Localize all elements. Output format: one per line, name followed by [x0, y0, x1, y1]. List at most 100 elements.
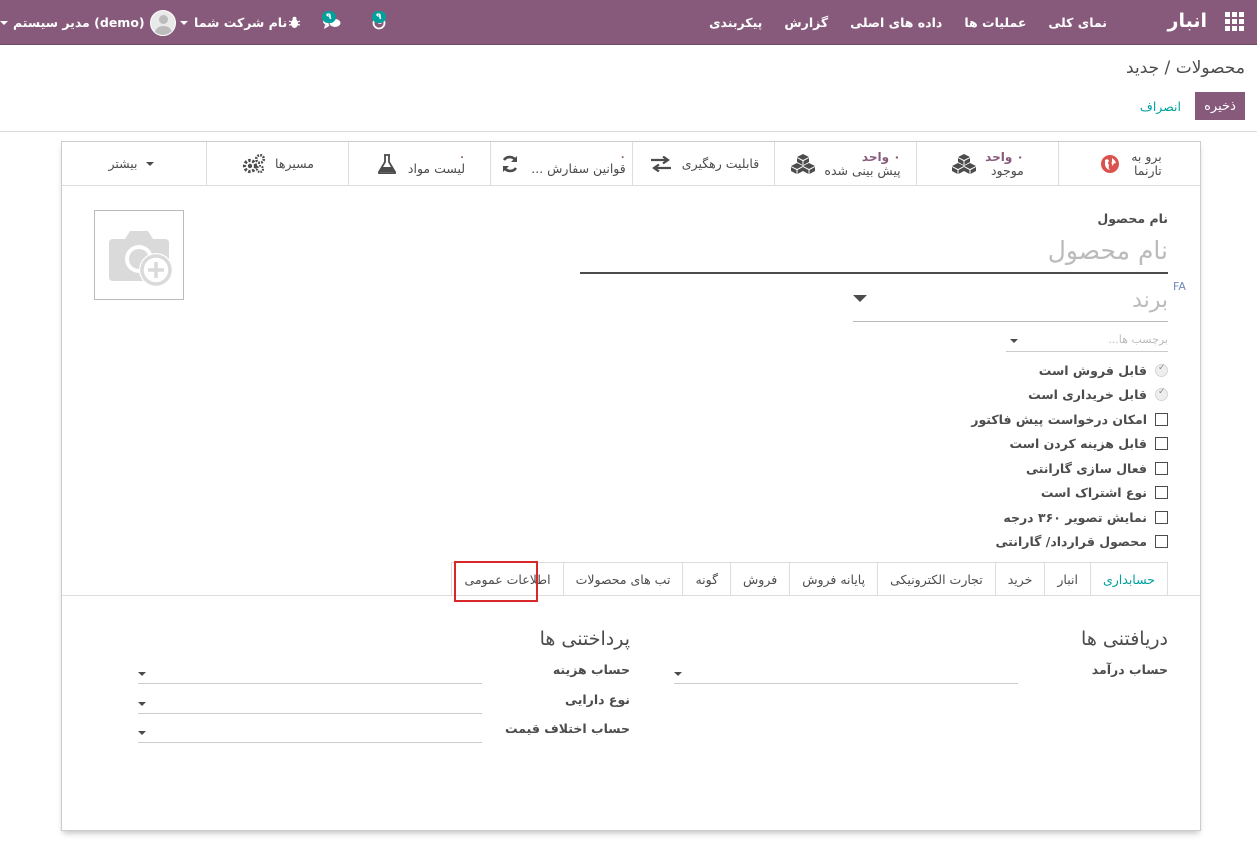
caret-down-icon [138, 672, 146, 676]
option-subscription[interactable]: نوع اشتراک است [971, 481, 1168, 506]
tags-placeholder: برچسب ها... [1108, 333, 1168, 346]
expense-account-label: حساب هزینه [552, 662, 630, 677]
tab-accounting[interactable]: حسابداری [1089, 562, 1168, 596]
messages-badge: ۹ [322, 11, 336, 23]
option-label: نمایش تصویر ۳۶۰ درجه [1003, 509, 1147, 525]
caret-down-icon [853, 295, 867, 302]
on-hand-button[interactable]: ۰ واحد موجود [916, 142, 1058, 186]
globe-icon [1097, 151, 1123, 177]
expense-account-input[interactable] [138, 662, 482, 684]
traceability-label: قابلیت رهگیری [681, 156, 760, 171]
activity-menu[interactable]: ۹ [372, 0, 386, 45]
menu-operations[interactable]: عملیات ها [964, 15, 1026, 30]
tab-product-tabs[interactable]: تب های محصولات [562, 562, 684, 596]
avatar [149, 9, 176, 36]
product-options: قابل فروش است قابل خریداری است امکان درخ… [971, 358, 1168, 554]
checkbox-can-be-expensed[interactable] [1155, 437, 1168, 451]
checkbox-purchase-ok[interactable] [1155, 387, 1168, 402]
option-contract-warranty[interactable]: محصول قرارداد/ گارانتی [971, 530, 1168, 555]
checkbox-contract-warranty[interactable] [1155, 535, 1168, 549]
option-label: امکان درخواست پیش فاکتور [971, 411, 1147, 427]
notebook-tabs: اطلاعات عمومی تب های محصولات گونه فروش پ… [451, 562, 1168, 596]
bug-icon [288, 16, 301, 28]
caret-down-icon [180, 20, 188, 25]
website-label-2: تارنما [1133, 163, 1162, 178]
option-label: قابل فروش است [1038, 362, 1147, 378]
discard-button[interactable]: انصراف [1140, 92, 1181, 120]
reordering-rules-button[interactable]: ۰ قوانین سفارش ... [490, 142, 632, 186]
save-button[interactable]: ذخیره [1195, 92, 1245, 120]
tab-point-of-sale[interactable]: پایانه فروش [789, 562, 879, 596]
apps-menu-icon[interactable] [1225, 12, 1245, 32]
product-name-label: نام محصول [1097, 211, 1168, 226]
option-360-image[interactable]: نمایش تصویر ۳۶۰ درجه [971, 505, 1168, 530]
income-account-input[interactable] [674, 662, 1018, 684]
traceability-button[interactable]: قابلیت رهگیری [632, 142, 774, 186]
exchange-icon [648, 151, 674, 177]
caret-down-icon [1010, 339, 1018, 343]
option-label: قابل هزینه کردن است [1009, 436, 1147, 452]
form-sheet: برو به تارنما ۰ واحد موجود ۰ واحد پیش بی… [61, 141, 1201, 831]
routes-label: مسیرها [275, 156, 314, 171]
checkbox-quotation-request[interactable] [1155, 412, 1168, 426]
tab-inventory[interactable]: انبار [1044, 562, 1091, 596]
tab-ecommerce[interactable]: تجارت الکترونیکی [877, 562, 996, 596]
checkbox-subscription[interactable] [1155, 486, 1168, 500]
product-name-input[interactable]: نام محصول [580, 230, 1168, 274]
checkbox-360-image[interactable] [1155, 510, 1168, 524]
checkbox-sale-ok[interactable] [1155, 363, 1168, 377]
tags-select[interactable]: برچسب ها... [1006, 330, 1168, 352]
option-can-be-expensed[interactable]: قابل هزینه کردن است [971, 432, 1168, 457]
cogs-icon [241, 151, 267, 177]
more-button[interactable]: بیشتر [64, 142, 206, 186]
tab-sales[interactable]: فروش [730, 562, 791, 596]
receivables-title: دریافتنی ها [1081, 628, 1168, 650]
user-menu[interactable]: مدیر سیستم (demo) [0, 0, 176, 45]
breadcrumb-parent[interactable]: محصولات [1176, 58, 1245, 78]
routes-button[interactable]: مسیرها [206, 142, 348, 186]
cubes-icon [951, 151, 977, 177]
company-switcher[interactable]: نام شرکت شما [180, 0, 287, 45]
reordering-label: قوانین سفارش ... [531, 160, 626, 176]
website-button[interactable]: برو به تارنما [1058, 142, 1200, 186]
asset-type-label: نوع دارایی [565, 692, 630, 707]
website-label: برو به [1131, 149, 1162, 164]
option-sale-ok[interactable]: قابل فروش است [971, 358, 1168, 383]
top-navbar: انبار نمای کلی عملیات ها داده های اصلی گ… [0, 0, 1257, 45]
product-image-upload[interactable] [94, 210, 184, 300]
user-name: مدیر سیستم (demo) [13, 15, 145, 30]
breadcrumb: محصولات / جدید [1126, 58, 1245, 78]
translate-language-badge[interactable]: FA [1173, 280, 1186, 293]
payables-title: پرداختنی ها [539, 628, 630, 650]
bom-label: لیست مواد [407, 160, 466, 176]
option-purchase-ok[interactable]: قابل خریداری است [971, 383, 1168, 408]
forecasted-value: ۰ واحد [861, 150, 901, 164]
smart-button-box: برو به تارنما ۰ واحد موجود ۰ واحد پیش بی… [62, 142, 1200, 186]
breadcrumb-current: جدید [1126, 58, 1160, 78]
menu-overview[interactable]: نمای کلی [1048, 15, 1107, 30]
price-difference-account-label: حساب اختلاف قیمت [505, 721, 630, 736]
messaging-menu[interactable]: ۹ [322, 0, 342, 45]
caret-down-icon [138, 731, 146, 735]
brand-select[interactable]: برند [853, 282, 1168, 322]
tab-purchase[interactable]: خرید [994, 562, 1046, 596]
app-name[interactable]: انبار [1168, 10, 1207, 32]
price-difference-account-input[interactable] [138, 721, 482, 743]
forecasted-button[interactable]: ۰ واحد پیش بینی شده [774, 142, 916, 186]
option-label: محصول قرارداد/ گارانتی [995, 534, 1147, 550]
menu-master-data[interactable]: داده های اصلی [850, 15, 942, 30]
checkbox-warranty[interactable] [1155, 461, 1168, 475]
tabs-divider [62, 595, 1200, 596]
flask-icon [374, 151, 400, 177]
option-label: فعال سازی گارانتی [1025, 460, 1147, 476]
option-quotation-request[interactable]: امکان درخواست پیش فاکتور [971, 407, 1168, 432]
menu-reporting[interactable]: گزارش [784, 15, 828, 30]
bom-button[interactable]: ۰ لیست مواد [348, 142, 490, 186]
option-warranty[interactable]: فعال سازی گارانتی [971, 456, 1168, 481]
menu-configuration[interactable]: پیکربندی [709, 15, 762, 30]
tab-variants[interactable]: گونه [682, 562, 732, 596]
camera-plus-icon [109, 231, 173, 287]
debug-icon[interactable] [288, 0, 301, 45]
on-hand-label: موجود [990, 163, 1024, 178]
asset-type-input[interactable] [138, 692, 482, 714]
